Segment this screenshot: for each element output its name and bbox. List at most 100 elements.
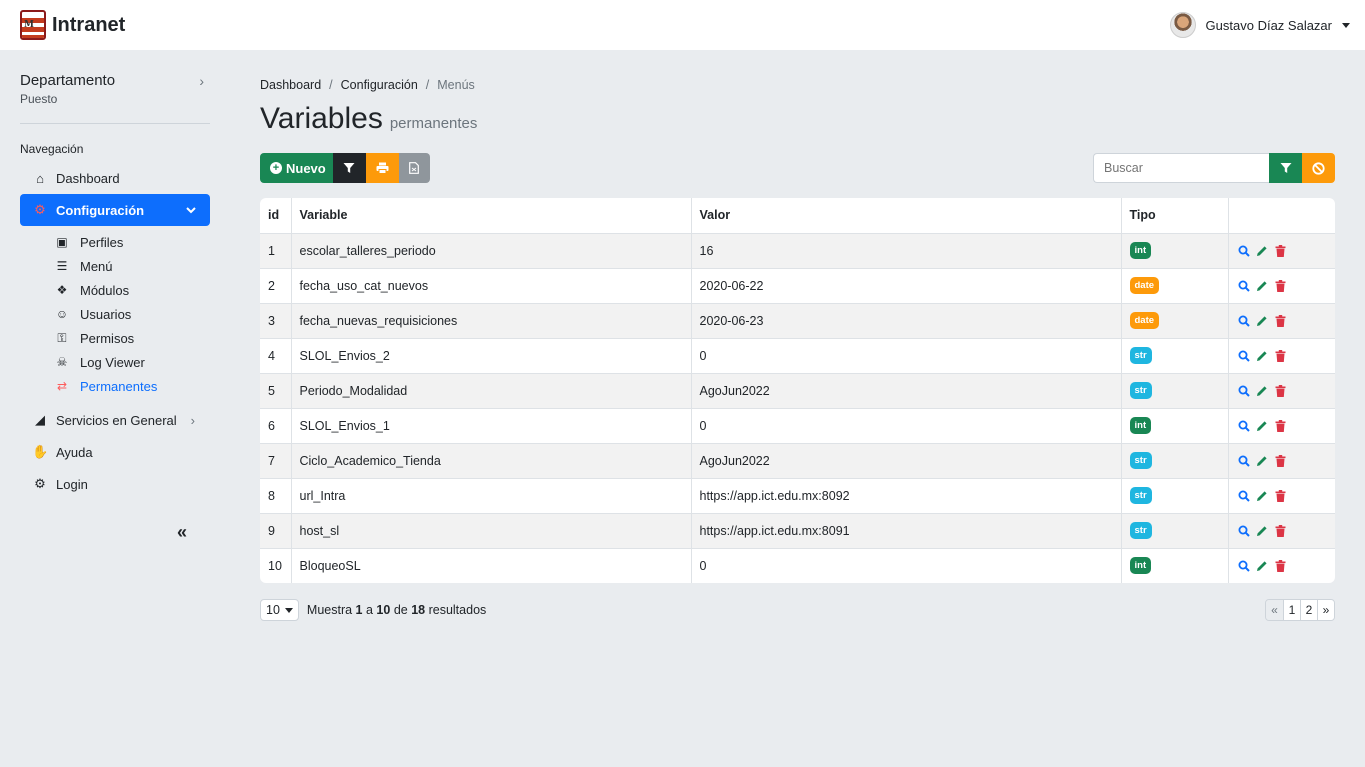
- view-button[interactable]: [1238, 384, 1251, 397]
- column-header-tipo[interactable]: Tipo: [1121, 198, 1229, 234]
- sidebar-item-usuarios[interactable]: ☺ Usuarios: [53, 302, 210, 326]
- pagination-next[interactable]: »: [1317, 600, 1334, 620]
- type-badge: str: [1129, 522, 1152, 539]
- cell-actions: [1228, 373, 1335, 409]
- sidebar-item-label: Ayuda: [56, 444, 93, 460]
- brand[interactable]: M Intranet: [20, 10, 125, 40]
- new-button[interactable]: + Nuevo: [260, 153, 333, 183]
- filter-button[interactable]: [332, 153, 366, 183]
- edit-button[interactable]: [1256, 349, 1269, 362]
- cell-valor: 2020-06-23: [691, 303, 1122, 339]
- column-header-variable[interactable]: Variable: [291, 198, 692, 234]
- view-button[interactable]: [1238, 489, 1251, 502]
- view-button[interactable]: [1238, 349, 1251, 362]
- column-header-id[interactable]: id: [260, 198, 292, 234]
- cell-valor: AgoJun2022: [691, 443, 1122, 479]
- delete-button[interactable]: [1274, 244, 1287, 257]
- divider: [20, 123, 210, 124]
- user-menu[interactable]: Gustavo Díaz Salazar: [1169, 12, 1350, 38]
- sidebar-item-servicios[interactable]: ◢ Servicios en General ›: [20, 404, 210, 436]
- sidebar-item-log-viewer[interactable]: ☠ Log Viewer: [53, 350, 210, 374]
- edit-button[interactable]: [1256, 279, 1269, 292]
- delete-button[interactable]: [1274, 279, 1287, 292]
- column-header-valor[interactable]: Valor: [691, 198, 1122, 234]
- sidebar-item-menu[interactable]: ☰ Menú: [53, 254, 210, 278]
- top-navbar: M Intranet Gustavo Díaz Salazar: [0, 0, 1365, 50]
- view-button[interactable]: [1238, 314, 1251, 327]
- delete-button[interactable]: [1274, 384, 1287, 397]
- cell-valor: https://app.ict.edu.mx:8092: [691, 478, 1122, 514]
- sidebar-item-ayuda[interactable]: ✋ Ayuda: [20, 436, 210, 468]
- pencil-icon: [1257, 350, 1267, 361]
- sidebar-item-permisos[interactable]: ⚿ Permisos: [53, 326, 210, 350]
- collapse-sidebar-button[interactable]: «: [177, 522, 187, 543]
- cell-valor: 0: [691, 408, 1122, 444]
- print-button[interactable]: [365, 153, 399, 183]
- search-icon: [1238, 350, 1250, 362]
- edit-button[interactable]: [1256, 419, 1269, 432]
- trash-icon: [1275, 279, 1285, 292]
- view-button[interactable]: [1238, 244, 1251, 257]
- cell-valor: https://app.ict.edu.mx:8091: [691, 513, 1122, 549]
- toolbar: + Nuevo: [260, 153, 1335, 183]
- sidebar-item-perfiles[interactable]: ▣ Perfiles: [53, 230, 210, 254]
- sidebar-item-label: Log Viewer: [80, 354, 145, 370]
- services-icon: ◢: [35, 412, 45, 427]
- edit-button[interactable]: [1256, 384, 1269, 397]
- edit-button[interactable]: [1256, 489, 1269, 502]
- table-row: 9 host_sl https://app.ict.edu.mx:8091 str: [260, 513, 1335, 549]
- delete-button[interactable]: [1274, 454, 1287, 467]
- cell-variable: url_Intra: [291, 478, 692, 514]
- view-button[interactable]: [1238, 454, 1251, 467]
- cell-id: 2: [260, 268, 292, 304]
- breadcrumb-item[interactable]: Configuración: [341, 78, 418, 92]
- pagination-page-1[interactable]: 1: [1283, 600, 1300, 620]
- department-selector[interactable]: Departamento Puesto ›: [20, 50, 210, 106]
- search-input[interactable]: [1093, 153, 1269, 183]
- cell-tipo: str: [1121, 478, 1229, 514]
- pagination-page-2[interactable]: 2: [1300, 600, 1317, 620]
- sidebar-item-configuracion[interactable]: ⚙ Configuración: [20, 194, 210, 226]
- view-button[interactable]: [1238, 524, 1251, 537]
- pagination-prev[interactable]: «: [1266, 600, 1283, 620]
- edit-button[interactable]: [1256, 244, 1269, 257]
- cell-actions: [1228, 548, 1335, 583]
- view-button[interactable]: [1238, 279, 1251, 292]
- table-footer: 10 Muestra 1 a 10 de 18 resultados « 1 2…: [260, 599, 1335, 621]
- avatar: [1169, 12, 1196, 38]
- edit-button[interactable]: [1256, 314, 1269, 327]
- edit-button[interactable]: [1256, 524, 1269, 537]
- edit-button[interactable]: [1256, 559, 1269, 572]
- id-card-icon: ▣: [56, 235, 68, 249]
- sidebar-item-login[interactable]: ⚙ Login: [20, 468, 210, 500]
- edit-button[interactable]: [1256, 454, 1269, 467]
- cell-id: 6: [260, 408, 292, 444]
- cell-tipo: str: [1121, 373, 1229, 409]
- breadcrumb-item[interactable]: Dashboard: [260, 78, 321, 92]
- trash-icon: [1275, 524, 1285, 537]
- delete-button[interactable]: [1274, 314, 1287, 327]
- cell-variable: fecha_uso_cat_nuevos: [291, 268, 692, 304]
- view-button[interactable]: [1238, 419, 1251, 432]
- delete-button[interactable]: [1274, 524, 1287, 537]
- delete-button[interactable]: [1274, 349, 1287, 362]
- gear-icon: ⚙: [34, 202, 46, 217]
- delete-button[interactable]: [1274, 489, 1287, 502]
- per-page-select[interactable]: 10: [260, 599, 299, 621]
- users-icon: ☺: [55, 307, 69, 321]
- cell-variable: fecha_nuevas_requisiciones: [291, 303, 692, 339]
- cell-id: 8: [260, 478, 292, 514]
- caret-down-icon: [1342, 22, 1350, 28]
- delete-button[interactable]: [1274, 419, 1287, 432]
- export-button[interactable]: [398, 153, 430, 183]
- cell-actions: [1228, 233, 1335, 269]
- delete-button[interactable]: [1274, 559, 1287, 572]
- sidebar-item-permanentes[interactable]: ⇄ Permanentes: [53, 374, 210, 398]
- type-badge: str: [1129, 487, 1152, 504]
- user-name: Gustavo Díaz Salazar: [1205, 17, 1332, 33]
- view-button[interactable]: [1238, 559, 1251, 572]
- search-filter-button[interactable]: [1269, 153, 1302, 183]
- sidebar-item-dashboard[interactable]: ⌂ Dashboard: [20, 162, 210, 194]
- clear-filter-button[interactable]: [1302, 153, 1335, 183]
- sidebar-item-modulos[interactable]: ❖ Módulos: [53, 278, 210, 302]
